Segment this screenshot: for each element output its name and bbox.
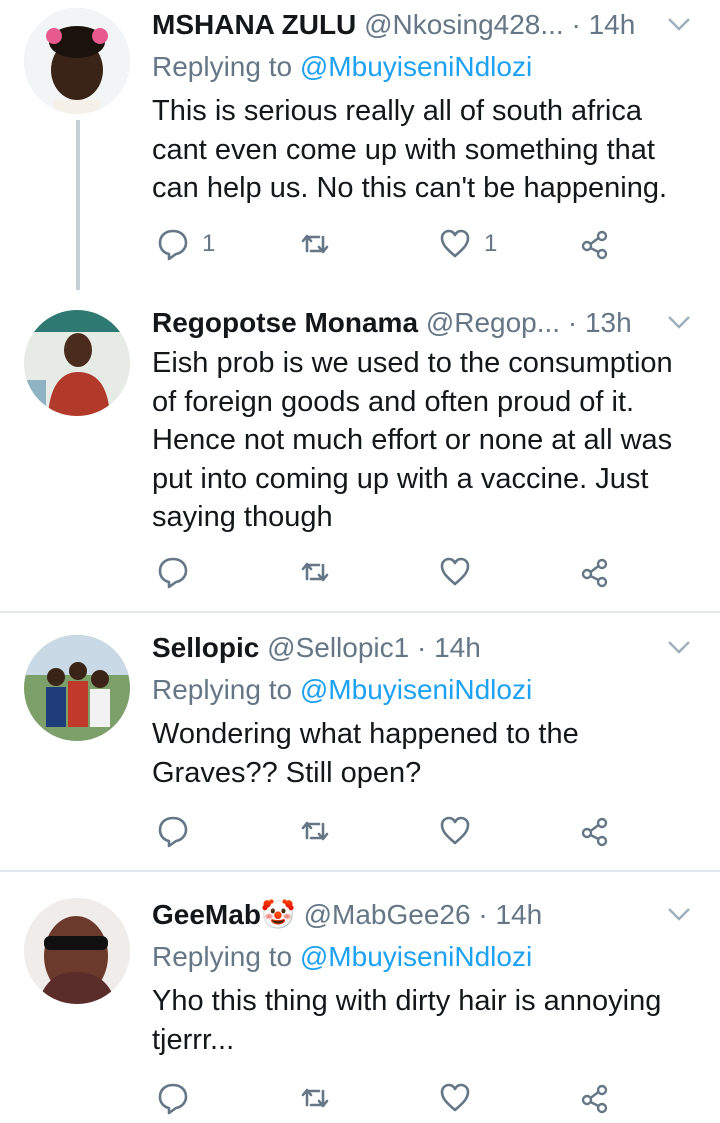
like-button[interactable] bbox=[438, 552, 484, 592]
avatar[interactable] bbox=[24, 8, 130, 114]
mention-link[interactable]: @MbuyiseniNdlozi bbox=[300, 674, 532, 705]
tweet[interactable]: Regopotse Monama @Regop... · 13h Eish pr… bbox=[0, 290, 720, 612]
tweet-text: Wondering what happened to the Graves?? … bbox=[152, 718, 579, 789]
like-button[interactable] bbox=[438, 811, 484, 851]
avatar[interactable] bbox=[24, 898, 130, 1004]
share-icon bbox=[581, 230, 608, 260]
avatar[interactable] bbox=[24, 310, 130, 416]
replying-to: Replying to @MbuyiseniNdlozi bbox=[152, 48, 700, 86]
action-bar: 1 1 bbox=[152, 224, 632, 264]
tweet-header: MSHANA ZULU @Nkosing428... · 14h bbox=[152, 6, 700, 44]
replying-prefix: Replying to bbox=[152, 941, 293, 972]
reply-button[interactable] bbox=[156, 552, 202, 592]
like-button[interactable]: 1 bbox=[438, 224, 497, 264]
timestamp[interactable]: 14h bbox=[434, 632, 481, 663]
retweet-icon bbox=[301, 1088, 329, 1108]
share-button[interactable] bbox=[578, 552, 612, 592]
tweet-text: This is serious really all of south afri… bbox=[152, 95, 668, 204]
reply-icon bbox=[158, 1083, 188, 1115]
separator-dot: · bbox=[571, 9, 581, 40]
action-bar bbox=[152, 552, 632, 592]
timestamp[interactable]: 13h bbox=[585, 307, 632, 338]
reply-count: 1 bbox=[202, 230, 216, 257]
avatar-image bbox=[24, 898, 130, 1004]
chevron-down-icon[interactable] bbox=[666, 312, 692, 332]
retweet-button[interactable] bbox=[298, 1078, 344, 1118]
separator-dot: · bbox=[567, 307, 578, 338]
replying-prefix: Replying to bbox=[152, 674, 293, 705]
tweet[interactable]: Sellopic @Sellopic1 · 14h Replying to @M… bbox=[0, 613, 720, 869]
share-button[interactable] bbox=[578, 1078, 612, 1118]
avatar-image bbox=[24, 310, 130, 416]
like-button[interactable] bbox=[438, 1078, 484, 1118]
share-button[interactable] bbox=[578, 224, 612, 264]
retweet-icon bbox=[301, 562, 329, 582]
share-icon bbox=[581, 1084, 608, 1114]
retweet-button[interactable] bbox=[298, 552, 344, 592]
heart-icon bbox=[440, 1083, 470, 1112]
display-name[interactable]: Sellopic bbox=[152, 632, 259, 663]
display-name[interactable]: Regopotse Monama bbox=[152, 307, 418, 338]
like-count: 1 bbox=[484, 230, 498, 257]
user-handle[interactable]: @Regop... bbox=[426, 307, 560, 338]
action-bar bbox=[152, 1078, 632, 1118]
reply-icon bbox=[158, 816, 188, 848]
reply-button[interactable] bbox=[156, 811, 202, 851]
tweet-header: Regopotse Monama @Regop... · 13h bbox=[152, 304, 700, 342]
tweet[interactable]: GeeMab🤡 @MabGee26 · 14h Replying to @Mbu… bbox=[0, 872, 720, 1123]
timestamp[interactable]: 14h bbox=[495, 899, 542, 930]
tweet-header: Sellopic @Sellopic1 · 14h bbox=[152, 629, 700, 667]
tweet-header: GeeMab🤡 @MabGee26 · 14h bbox=[152, 896, 700, 934]
reply-button[interactable]: 1 bbox=[156, 224, 215, 264]
retweet-button[interactable] bbox=[298, 224, 344, 264]
heart-icon bbox=[440, 229, 470, 258]
separator-dot: · bbox=[417, 632, 427, 663]
share-button[interactable] bbox=[578, 811, 612, 851]
chevron-down-icon[interactable] bbox=[666, 904, 692, 924]
thread-line bbox=[76, 120, 80, 290]
display-name[interactable]: GeeMab🤡 bbox=[152, 899, 296, 930]
tweet-text: Yho this thing with dirty hair is annoyi… bbox=[152, 985, 662, 1056]
replying-to: Replying to @MbuyiseniNdlozi bbox=[152, 671, 700, 709]
retweet-button[interactable] bbox=[298, 811, 344, 851]
retweet-icon bbox=[301, 821, 329, 841]
reply-icon bbox=[158, 557, 188, 589]
reply-button[interactable] bbox=[156, 1078, 202, 1118]
user-handle[interactable]: @Sellopic1 bbox=[267, 632, 409, 663]
user-handle[interactable]: @Nkosing428... bbox=[364, 9, 564, 40]
avatar-image bbox=[24, 8, 130, 114]
mention-link[interactable]: @MbuyiseniNdlozi bbox=[300, 51, 532, 82]
user-handle[interactable]: @MabGee26 bbox=[304, 899, 471, 930]
mention-link[interactable]: @MbuyiseniNdlozi bbox=[300, 941, 532, 972]
share-icon bbox=[581, 558, 608, 588]
heart-icon bbox=[440, 816, 470, 845]
heart-icon bbox=[440, 557, 470, 586]
chevron-down-icon[interactable] bbox=[666, 14, 692, 34]
avatar-image bbox=[24, 635, 130, 741]
retweet-icon bbox=[301, 234, 329, 254]
display-name[interactable]: MSHANA ZULU bbox=[152, 9, 356, 40]
replying-to: Replying to @MbuyiseniNdlozi bbox=[152, 938, 700, 976]
separator-dot: · bbox=[478, 899, 488, 930]
reply-icon bbox=[158, 229, 188, 261]
tweet[interactable]: MSHANA ZULU @Nkosing428... · 14h Replyin… bbox=[0, 0, 720, 290]
replying-prefix: Replying to bbox=[152, 51, 293, 82]
tweet-text: Eish prob is we used to the consumption … bbox=[152, 347, 673, 533]
avatar[interactable] bbox=[24, 635, 130, 741]
timestamp[interactable]: 14h bbox=[589, 9, 636, 40]
action-bar bbox=[152, 811, 632, 851]
chevron-down-icon[interactable] bbox=[666, 637, 692, 657]
share-icon bbox=[581, 817, 608, 847]
